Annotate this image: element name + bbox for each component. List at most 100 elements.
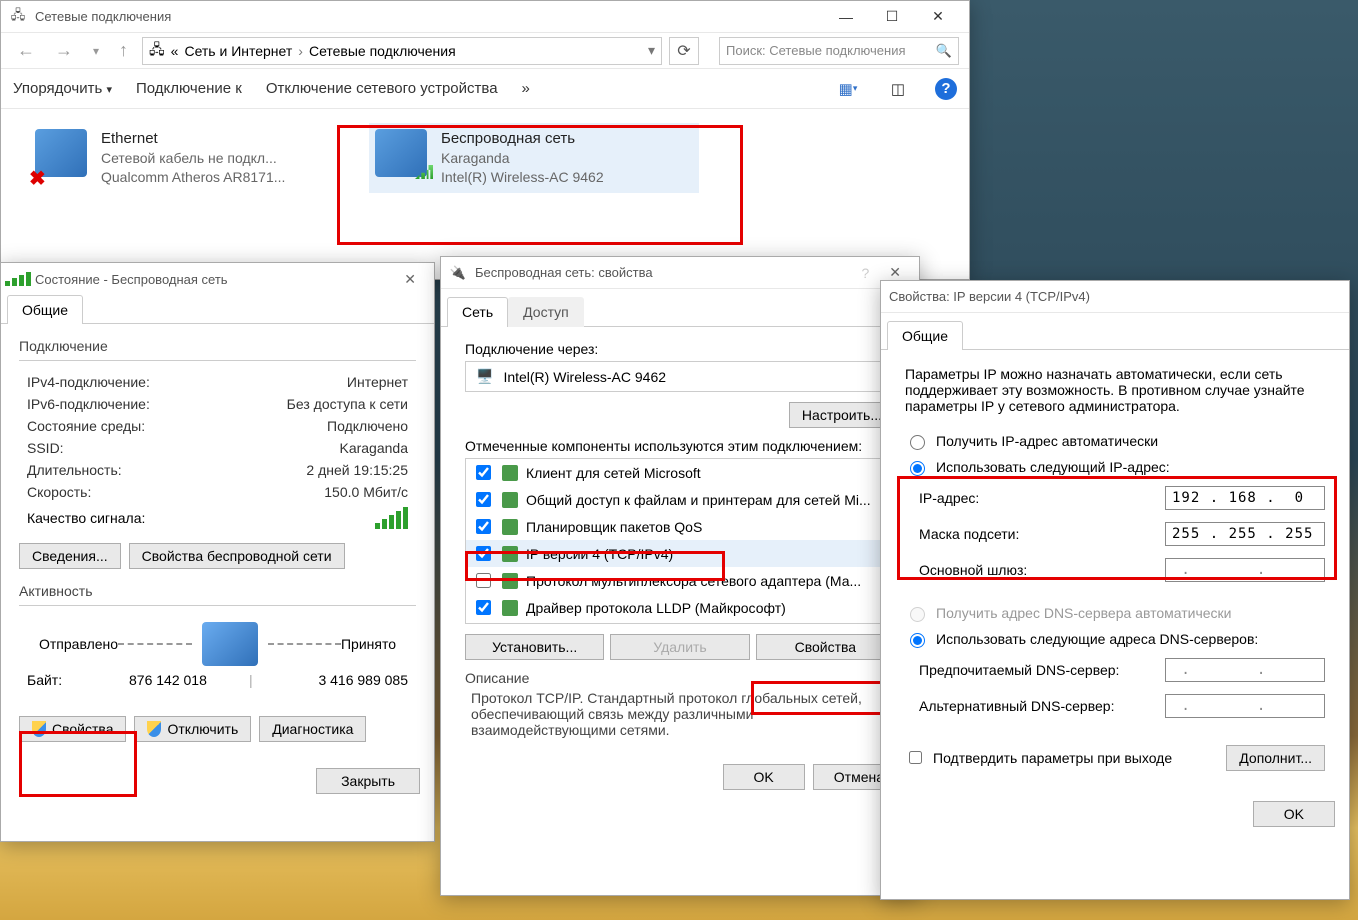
component-row[interactable]: Протокол мультиплексора сетевого адаптер…	[466, 567, 894, 594]
gateway-input[interactable]	[1165, 558, 1325, 582]
details-button[interactable]: Сведения...	[19, 543, 121, 569]
view-options-button[interactable]: ▦▾	[835, 76, 861, 102]
gateway-label: Основной шлюз:	[919, 562, 1027, 578]
component-label: Драйвер протокола LLDP (Майкрософт)	[526, 600, 786, 616]
more-commands-button[interactable]: »	[522, 80, 530, 97]
shield-icon	[147, 721, 161, 737]
ipv4-properties-dialog: Свойства: IP версии 4 (TCP/IPv4) Общие П…	[880, 280, 1350, 900]
radio-manual-dns[interactable]	[910, 633, 925, 648]
recent-button[interactable]: ▾	[87, 40, 105, 62]
chevron-right-icon[interactable]: ›	[298, 43, 303, 59]
adapter-icon: 🖥️	[476, 368, 493, 385]
component-checkbox[interactable]	[476, 600, 491, 615]
disconnect-device-button[interactable]: Отключение сетевого устройства	[266, 80, 498, 97]
component-row[interactable]: Общий доступ к файлам и принтерам для се…	[466, 486, 894, 513]
maximize-button[interactable]: ☐	[869, 2, 915, 32]
organize-menu[interactable]: Упорядочить ▾	[13, 80, 112, 97]
ssid-label: SSID:	[27, 440, 64, 456]
addr-part1[interactable]: Сеть и Интернет	[184, 43, 292, 59]
diagnostics-button[interactable]: Диагностика	[259, 716, 366, 742]
media-label: Состояние среды:	[27, 418, 145, 434]
component-row[interactable]: Планировщик пакетов QoS	[466, 513, 894, 540]
components-list[interactable]: Клиент для сетей Microsoft Общий доступ …	[465, 458, 895, 624]
subnet-mask-input[interactable]	[1165, 522, 1325, 546]
tab-general[interactable]: Общие	[887, 321, 963, 350]
titlebar[interactable]: Свойства: IP версии 4 (TCP/IPv4)	[881, 281, 1349, 313]
connect-via-label: Подключение через:	[465, 341, 895, 357]
component-label: Общий доступ к файлам и принтерам для се…	[526, 492, 871, 508]
description-label: Описание	[465, 670, 895, 686]
tab-access[interactable]: Доступ	[508, 297, 584, 327]
back-button[interactable]: ←	[11, 36, 41, 65]
pc-icon	[202, 622, 258, 666]
remove-button[interactable]: Удалить	[610, 634, 749, 660]
component-checkbox[interactable]	[476, 465, 491, 480]
component-row[interactable]: Клиент для сетей Microsoft	[466, 459, 894, 486]
network-item-wireless[interactable]: Беспроводная сеть Karaganda Intel(R) Wir…	[369, 123, 699, 193]
component-checkbox[interactable]	[476, 519, 491, 534]
component-row[interactable]: IP версии 6 (TCP/IPv6)	[466, 621, 894, 624]
signal-quality-label: Качество сигнала:	[27, 510, 145, 526]
address-bar[interactable]: 🖧 « Сеть и Интернет › Сетевые подключени…	[142, 37, 662, 65]
close-button[interactable]: ✕	[394, 267, 426, 292]
ipv4-label: IPv4-подключение:	[27, 374, 150, 390]
group-connection-label: Подключение	[19, 338, 416, 354]
network-item-ethernet[interactable]: ✖ Ethernet Сетевой кабель не подкл... Qu…	[29, 123, 329, 193]
component-properties-button[interactable]: Свойства	[756, 634, 895, 660]
group-activity-label: Активность	[19, 583, 416, 599]
component-checkbox[interactable]	[476, 573, 491, 588]
preview-pane-button[interactable]: ◫	[885, 76, 911, 102]
component-icon	[502, 519, 518, 535]
wireless-properties-button[interactable]: Свойства беспроводной сети	[129, 543, 345, 569]
radio-manual-ip[interactable]	[910, 461, 925, 476]
component-label: Клиент для сетей Microsoft	[526, 465, 701, 481]
radio-auto-dns	[910, 607, 925, 622]
dns2-input[interactable]	[1165, 694, 1325, 718]
component-row[interactable]: IP версии 4 (TCP/IPv4)	[466, 540, 894, 567]
component-checkbox[interactable]	[476, 546, 491, 561]
dialog-title: Состояние - Беспроводная сеть	[35, 272, 228, 287]
search-icon: 🔍	[936, 43, 952, 59]
ip-address-input[interactable]	[1165, 486, 1325, 510]
advanced-button[interactable]: Дополнит...	[1226, 745, 1325, 771]
connect-to-button[interactable]: Подключение к	[136, 80, 242, 97]
component-row[interactable]: Драйвер протокола LLDP (Майкрософт)	[466, 594, 894, 621]
component-checkbox[interactable]	[476, 492, 491, 507]
install-button[interactable]: Установить...	[465, 634, 604, 660]
dns1-input[interactable]	[1165, 658, 1325, 682]
search-input[interactable]: Поиск: Сетевые подключения 🔍	[719, 37, 959, 65]
tab-network[interactable]: Сеть	[447, 297, 508, 327]
component-label: Планировщик пакетов QoS	[526, 519, 702, 535]
ok-button[interactable]: OK	[723, 764, 805, 790]
radio-auto-ip[interactable]	[910, 435, 925, 450]
refresh-button[interactable]: ⟳	[669, 37, 699, 65]
component-icon	[502, 465, 518, 481]
up-button[interactable]: ↑	[113, 36, 134, 65]
close-dialog-button[interactable]: Закрыть	[316, 768, 420, 794]
tabs: Общие	[881, 313, 1349, 350]
duration-label: Длительность:	[27, 462, 122, 478]
help-button[interactable]: ?	[935, 78, 957, 100]
close-button[interactable]: ?	[851, 261, 879, 285]
items-area[interactable]: ✖ Ethernet Сетевой кабель не подкл... Qu…	[1, 109, 969, 207]
titlebar[interactable]: Состояние - Беспроводная сеть ✕	[1, 263, 434, 295]
addr-part2[interactable]: Сетевые подключения	[309, 43, 456, 59]
media-value: Подключено	[327, 418, 408, 434]
description-text: Протокол TCP/IP. Стандартный протокол гл…	[465, 690, 895, 738]
addr-dropdown-icon[interactable]: ▾	[648, 42, 655, 59]
dns1-label: Предпочитаемый DNS-сервер:	[919, 662, 1119, 678]
disable-button[interactable]: Отключить	[134, 716, 251, 742]
ok-button[interactable]: OK	[1253, 801, 1335, 827]
item-name: Ethernet	[101, 129, 285, 149]
bytes-label: Байт:	[27, 672, 62, 688]
bytes-recv-value: 3 416 989 085	[318, 672, 408, 688]
validate-checkbox[interactable]	[909, 751, 922, 764]
forward-button[interactable]: →	[49, 36, 79, 65]
titlebar[interactable]: 🖧 Сетевые подключения — ☐ ✕	[1, 1, 969, 33]
properties-button[interactable]: Свойства	[19, 716, 126, 742]
network-connections-window: 🖧 Сетевые подключения — ☐ ✕ ← → ▾ ↑ 🖧 « …	[0, 0, 970, 280]
tab-general[interactable]: Общие	[7, 295, 83, 324]
minimize-button[interactable]: —	[823, 2, 869, 32]
close-button[interactable]: ✕	[915, 2, 961, 32]
titlebar[interactable]: 🔌 Беспроводная сеть: свойства ? ✕	[441, 257, 919, 289]
